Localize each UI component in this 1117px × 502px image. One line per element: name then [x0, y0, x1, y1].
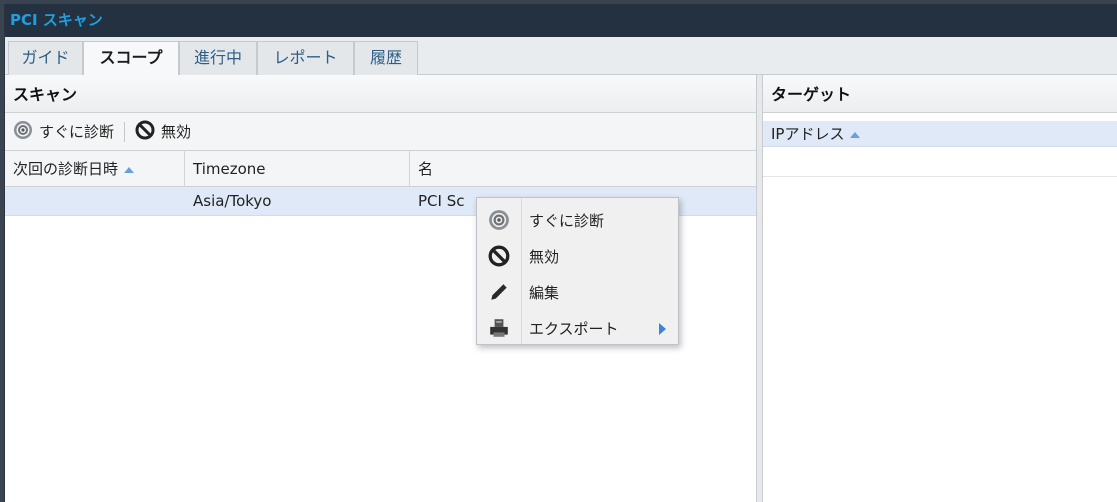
column-ip-address[interactable]: IPアドレス: [763, 121, 1117, 147]
tab-history[interactable]: 履歴: [354, 41, 418, 75]
target-panel-title: ターゲット: [763, 75, 1117, 113]
disable-button[interactable]: 無効: [135, 120, 201, 144]
scan-icon: [13, 120, 33, 144]
scan-toolbar: すぐに診断 無効: [5, 113, 756, 151]
tab-scope[interactable]: スコープ: [83, 41, 179, 76]
menu-item-label: 編集: [529, 283, 560, 302]
disable-icon: [477, 245, 521, 267]
menu-item-label: 無効: [529, 247, 560, 266]
pencil-icon: [477, 281, 521, 303]
tab-guide[interactable]: ガイド: [8, 41, 83, 75]
sort-asc-icon: [124, 166, 135, 173]
tab-report[interactable]: レポート: [257, 41, 354, 75]
context-menu: すぐに診断 無効 編集 エクスポート: [476, 197, 679, 345]
column-next-scan[interactable]: 次回の診断日時: [5, 151, 185, 187]
menu-item-edit[interactable]: 編集: [477, 274, 678, 310]
scan-panel-title: スキャン: [5, 75, 756, 113]
menu-item-label: すぐに診断: [529, 211, 605, 230]
scan-now-button[interactable]: すぐに診断: [13, 120, 124, 144]
menu-item-disable[interactable]: 無効: [477, 238, 678, 274]
toolbar-separator: [124, 121, 126, 142]
submenu-arrow-icon: [659, 323, 666, 335]
target-panel: ターゲット IPアドレス: [763, 75, 1117, 502]
sort-asc-icon: [850, 131, 861, 138]
tab-in-progress[interactable]: 進行中: [179, 41, 257, 75]
menu-item-scan-now[interactable]: すぐに診断: [477, 202, 678, 238]
target-empty-row: [763, 147, 1117, 177]
disable-label: 無効: [161, 123, 192, 141]
column-timezone[interactable]: Timezone: [185, 151, 410, 187]
export-icon: [477, 317, 521, 339]
column-name[interactable]: 名: [410, 151, 756, 187]
menu-item-export[interactable]: エクスポート: [477, 310, 678, 346]
app-window: PCI スキャン ガイド スコープ 進行中 レポート 履歴 スキャン すぐに診断…: [4, 4, 1117, 502]
scan-grid-header: 次回の診断日時 Timezone 名: [5, 151, 756, 187]
disable-icon: [135, 120, 155, 144]
cell-next-scan: [5, 187, 185, 215]
window-title: PCI スキャン: [5, 4, 1117, 37]
menu-item-label: エクスポート: [529, 319, 619, 338]
tab-bar: ガイド スコープ 進行中 レポート 履歴: [5, 37, 1117, 76]
cell-timezone: Asia/Tokyo: [193, 192, 272, 210]
scan-icon: [477, 209, 521, 231]
scan-now-label: すぐに診断: [39, 123, 115, 141]
